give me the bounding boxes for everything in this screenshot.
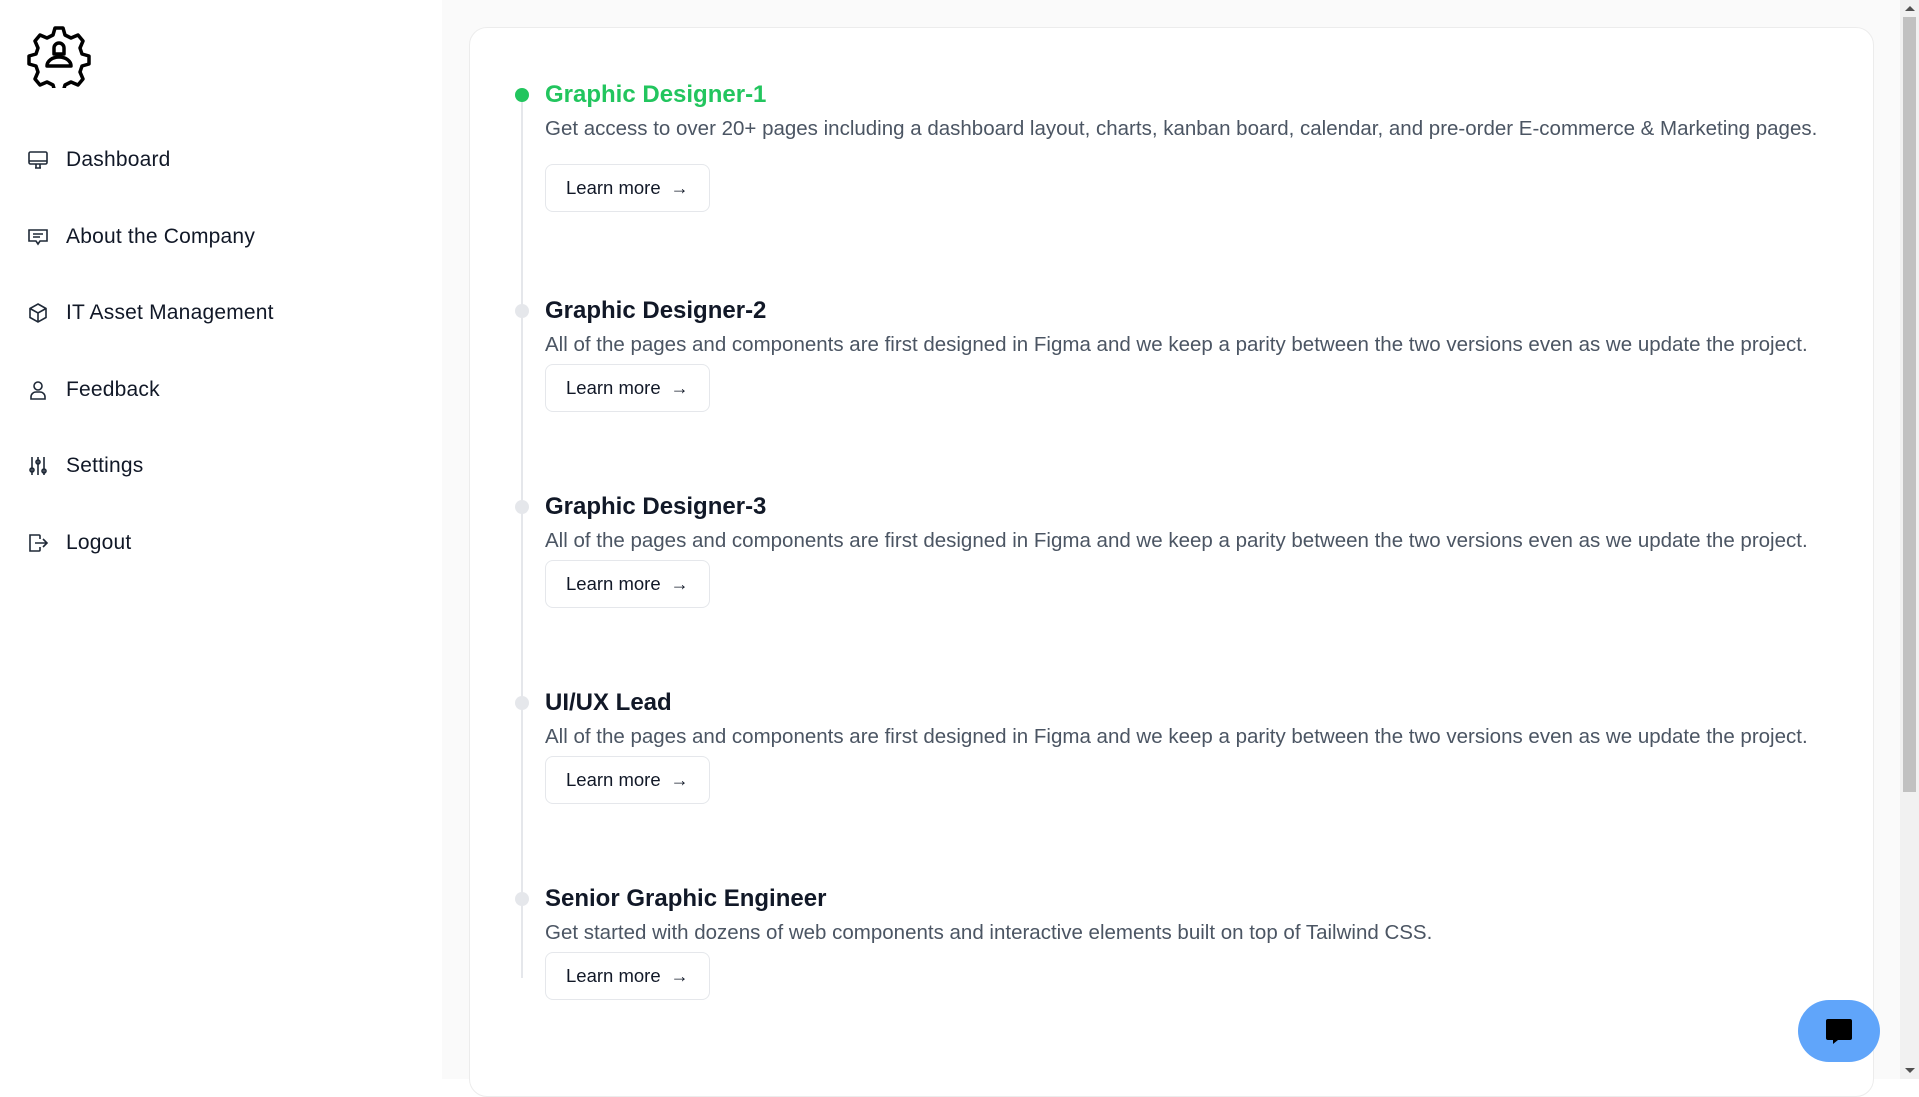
button-label: Learn more [566, 377, 661, 398]
sidebar-nav: Dashboard About the Company IT Asset Man… [26, 122, 274, 581]
scrollbar-thumb[interactable] [1903, 17, 1916, 792]
entry-title: Graphic Designer-1 [545, 81, 767, 108]
timeline: Graphic Designer-1 Get access to over 20… [515, 78, 1851, 1000]
timeline-dot [515, 304, 529, 318]
timeline-entry: Graphic Designer-3 All of the pages and … [515, 490, 1851, 686]
sidebar-item-feedback[interactable]: Feedback [26, 352, 274, 429]
button-label: Learn more [566, 573, 661, 594]
timeline-dot [515, 696, 529, 710]
learn-more-button[interactable]: Learn more → [545, 164, 710, 212]
sidebar-item-about-the-company[interactable]: About the Company [26, 199, 274, 276]
timeline-entry: Graphic Designer-2 All of the pages and … [515, 294, 1851, 490]
chat-bubble-icon [1826, 1019, 1852, 1044]
sidebar-item-label: Logout [66, 530, 132, 554]
logo-gear-user-icon [27, 26, 91, 88]
scroll-up-icon[interactable] [1905, 6, 1915, 11]
cube-icon [29, 303, 47, 324]
entry-title: Graphic Designer-2 [545, 297, 767, 324]
chat-button[interactable] [1798, 1000, 1880, 1062]
learn-more-button[interactable]: Learn more → [545, 560, 710, 608]
vertical-scrollbar[interactable] [1900, 0, 1919, 1079]
sidebar-item-settings[interactable]: Settings [26, 428, 274, 505]
arrow-right-icon: → [670, 377, 689, 398]
arrow-right-icon: → [670, 965, 689, 986]
sidebar-item-label: Dashboard [66, 148, 171, 172]
sidebar-item-dashboard[interactable]: Dashboard [26, 122, 274, 199]
message-icon [28, 228, 48, 246]
monitor-icon [28, 151, 48, 170]
learn-more-button[interactable]: Learn more → [545, 756, 710, 804]
entry-description: Get access to over 20+ pages including a… [545, 117, 1818, 140]
sidebar-item-label: IT Asset Management [66, 301, 274, 325]
timeline-entry: Senior Graphic Engineer Get started with… [515, 882, 1851, 1000]
sidebar-item-label: About the Company [66, 224, 256, 248]
learn-more-button[interactable]: Learn more → [545, 952, 710, 1000]
arrow-right-icon: → [670, 573, 689, 594]
timeline-entry: UI/UX Lead All of the pages and componen… [515, 686, 1851, 882]
logout-icon [29, 533, 49, 552]
entry-title: Graphic Designer-3 [545, 493, 767, 520]
scroll-down-icon[interactable] [1905, 1068, 1915, 1073]
sidebar-item-it-asset-management[interactable]: IT Asset Management [26, 275, 274, 352]
timeline-dot-active [515, 88, 529, 102]
button-label: Learn more [566, 965, 661, 986]
timeline-dot [515, 892, 529, 906]
entry-title: UI/UX Lead [545, 689, 672, 716]
timeline-card: Graphic Designer-1 Get access to over 20… [469, 27, 1874, 1097]
entry-description: Get started with dozens of web component… [545, 921, 1433, 944]
learn-more-button[interactable]: Learn more → [545, 364, 710, 412]
main-content: Graphic Designer-1 Get access to over 20… [442, 0, 1900, 1097]
sidebar-item-logout[interactable]: Logout [26, 505, 274, 582]
entry-description: All of the pages and components are firs… [545, 725, 1808, 748]
entry-description: All of the pages and components are firs… [545, 333, 1808, 356]
sidebar: Dashboard About the Company IT Asset Man… [0, 0, 442, 1079]
arrow-right-icon: → [670, 769, 689, 790]
entry-description: All of the pages and components are firs… [545, 529, 1808, 552]
sidebar-item-label: Feedback [66, 377, 160, 401]
arrow-right-icon: → [670, 177, 689, 198]
sliders-icon [29, 457, 47, 476]
entry-title: Senior Graphic Engineer [545, 885, 827, 912]
timeline-dot [515, 500, 529, 514]
button-label: Learn more [566, 769, 661, 790]
timeline-entry: Graphic Designer-1 Get access to over 20… [515, 78, 1851, 294]
user-icon [30, 380, 46, 400]
button-label: Learn more [566, 177, 661, 198]
sidebar-item-label: Settings [66, 454, 144, 478]
